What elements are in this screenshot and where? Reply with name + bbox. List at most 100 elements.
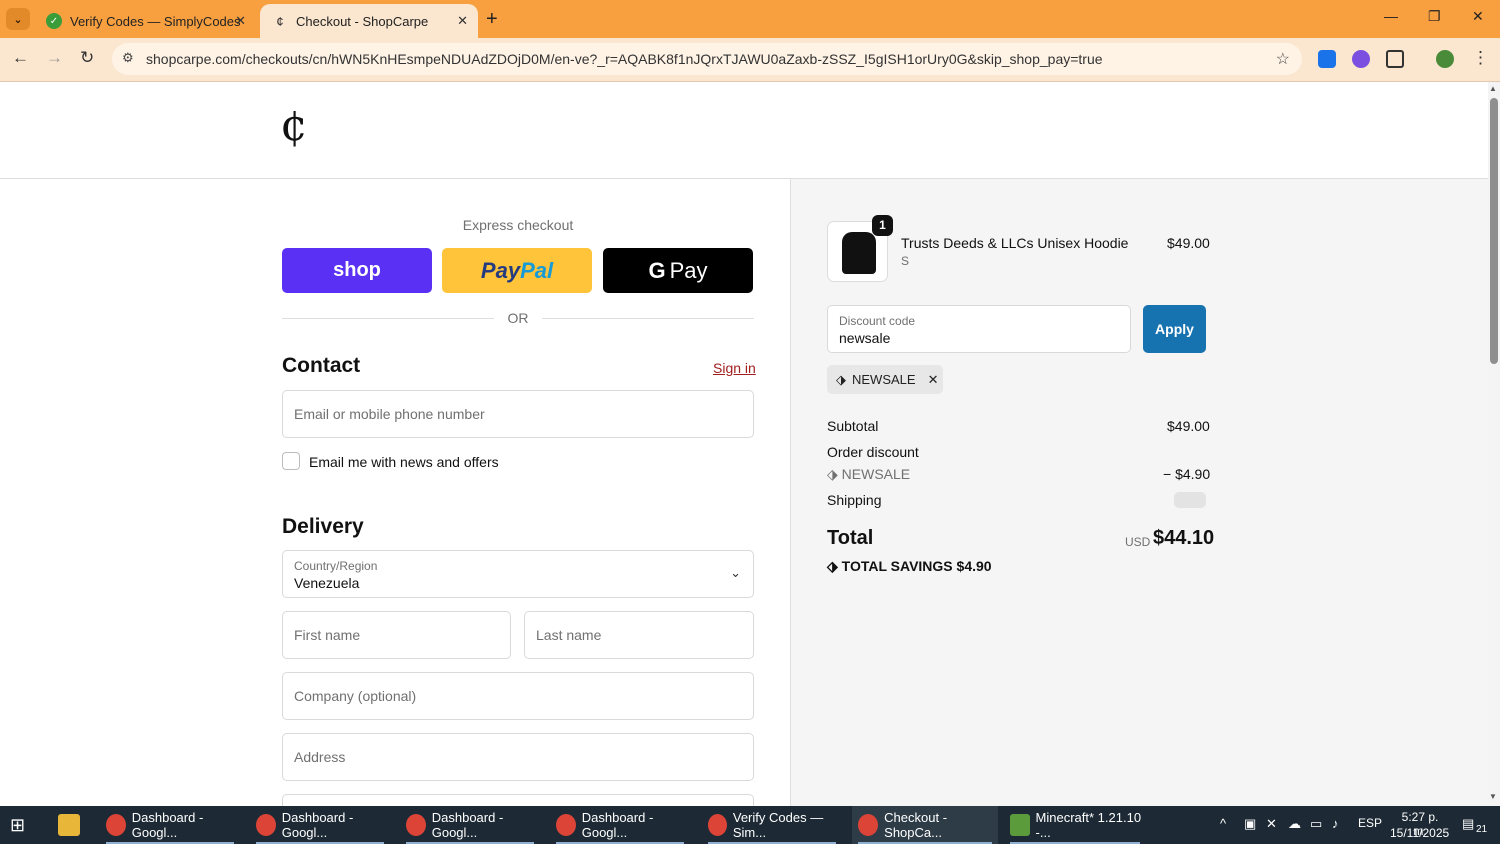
extension-icon[interactable] [1352,50,1370,68]
tag-icon: ⬗ [827,466,838,482]
onedrive-icon[interactable]: ☁ [1288,816,1301,832]
scroll-up-icon[interactable]: ▲ [1489,84,1497,93]
url-text: shopcarpe.com/checkouts/cn/hWN5KnHEsmpeN… [146,51,1103,67]
discount-code-input[interactable]: Discount code newsale [827,305,1131,353]
google-pay-button[interactable]: G Pay [603,248,753,293]
site-info-icon[interactable]: ⚙ [122,50,134,66]
shield-extension-icon[interactable] [1318,50,1336,68]
total-value: $44.10 [1153,527,1215,549]
remove-discount-icon[interactable]: ✕ [928,372,939,388]
tab-verify-codes[interactable]: ✓ Verify Codes — SimplyCodes ✕ [34,4,256,38]
first-name-field[interactable]: First name [282,611,511,659]
company-field[interactable]: Company (optional) [282,672,754,720]
total-label: Total [827,527,874,549]
checkout-page: ¢ Express checkout shop Pay Pal G Pay OR C… [0,82,1488,806]
close-window-button[interactable]: ✕ [1472,8,1484,25]
address-bar[interactable]: ⚙ shopcarpe.com/checkouts/cn/hWN5KnHEsmp… [112,43,1302,75]
paypal-button[interactable]: Pay Pal [442,248,592,293]
forward-button[interactable]: → [46,48,63,68]
chrome-icon [556,814,576,836]
currency-label: USD [1125,535,1151,549]
language-indicator[interactable]: ESP [1358,816,1382,830]
newsletter-checkbox[interactable] [282,452,300,470]
order-summary: 1 Trusts Deeds & LLCs Unisex Hoodie S $4… [790,179,1488,806]
puzzle-extensions-icon[interactable] [1386,50,1404,68]
subtotal-label: Subtotal [827,418,879,434]
windows-taskbar: ⊞ Dashboard - Googl... Dashboard - Googl… [0,806,1500,844]
notification-count: 21 [1476,824,1488,835]
taskbar-item-minecraft[interactable]: Minecraft* 1.21.10 -... [1004,806,1146,844]
chrome-icon [708,814,727,836]
chrome-icon [858,814,879,836]
next-field[interactable] [282,794,754,806]
new-tab-button[interactable]: + [486,8,498,31]
tab-title: Checkout - ShopCarpe [296,13,429,29]
windows-icon: ⊞ [10,814,26,835]
network-icon[interactable]: ▭ [1310,816,1322,832]
tab-title: Verify Codes — SimplyCodes [70,13,241,29]
taskbar-item-verify-codes[interactable]: Verify Codes — Sim... [702,806,842,844]
shopcarpe-favicon-icon: ¢ [276,13,284,29]
email-field[interactable]: Email or mobile phone number [282,390,754,438]
profile-avatar[interactable] [1436,50,1454,68]
file-explorer-button[interactable] [58,806,86,844]
product-name: Trusts Deeds & LLCs Unisex Hoodie [901,235,1129,251]
bookmark-star-icon[interactable]: ☆ [1276,49,1290,69]
restore-button[interactable]: ❐ [1428,8,1441,25]
total-savings: ⬗ TOTAL SAVINGS $4.90 [827,558,992,574]
mic-off-icon[interactable]: ✕ [1266,816,1277,832]
tab-strip: ⌄ ✓ Verify Codes — SimplyCodes ✕ ¢ Check… [0,0,1500,38]
applied-discount-tag: ⬗ NEWSALE ✕ [827,365,943,394]
date[interactable]: 15/11/2025 [1390,826,1449,840]
show-hidden-icons-icon[interactable]: ^ [1220,816,1226,831]
country-select[interactable]: Country/Region Venezuela ⌄ [282,550,754,598]
product-price: $49.00 [1167,235,1210,251]
shipping-loading-placeholder [1174,492,1206,508]
taskbar-item-checkout[interactable]: Checkout - ShopCa... [852,806,998,844]
minecraft-icon [1010,814,1030,836]
notifications-icon[interactable]: ▤ [1462,816,1474,832]
tab-search-button[interactable]: ⌄ [6,8,30,30]
newsletter-label: Email me with news and offers [309,454,499,470]
chrome-icon [256,814,276,836]
quantity-badge: 1 [872,215,893,236]
taskbar-item-dashboard-4[interactable]: Dashboard - Googl... [550,806,690,844]
taskbar-item-dashboard-3[interactable]: Dashboard - Googl... [400,806,540,844]
more-menu-icon[interactable]: ⋮ [1472,48,1489,68]
chevron-down-icon: ⌄ [13,13,23,26]
taskbar-item-dashboard-1[interactable]: Dashboard - Googl... [100,806,240,844]
order-discount-label: Order discount [827,444,919,460]
tab-checkout[interactable]: ¢ Checkout - ShopCarpe ✕ [260,4,478,38]
reload-button[interactable]: ↻ [80,48,94,68]
meet-icon[interactable]: ▣ [1244,816,1256,832]
shipping-label: Shipping [827,492,882,508]
contact-heading: Contact [282,354,361,377]
discount-amount: − $4.90 [1163,466,1211,482]
browser-toolbar: ← → ↻ ⚙ shopcarpe.com/checkouts/cn/hWN5K… [0,38,1500,82]
scroll-down-icon[interactable]: ▼ [1489,792,1497,801]
tag-icon: ⬗ [836,371,846,387]
page-scrollbar[interactable]: ▲ ▼ [1488,82,1500,806]
product-variant: S [901,254,910,268]
back-button[interactable]: ← [12,48,29,68]
close-tab-icon[interactable]: ✕ [457,13,468,29]
shopcarpe-logo[interactable]: ¢ [280,100,308,151]
hoodie-image [842,232,876,274]
discount-code-line: ⬗ NEWSALE [827,466,911,482]
minimize-button[interactable]: — [1384,8,1398,24]
site-header: ¢ [0,82,1488,179]
shop-pay-button[interactable]: shop [282,248,432,293]
chevron-down-icon: ⌄ [730,565,741,580]
apply-button[interactable]: Apply [1143,305,1206,353]
address-field[interactable]: Address [282,733,754,781]
chrome-icon [406,814,426,836]
subtotal-value: $49.00 [1167,418,1210,434]
sign-in-link[interactable]: Sign in [713,360,756,376]
scrollbar-thumb[interactable] [1490,98,1498,364]
taskbar-item-dashboard-2[interactable]: Dashboard - Googl... [250,806,390,844]
volume-icon[interactable]: ♪ [1332,816,1339,831]
close-tab-icon[interactable]: ✕ [235,13,246,29]
express-checkout-label: Express checkout [462,217,574,233]
last-name-field[interactable]: Last name [524,611,754,659]
start-button[interactable]: ⊞ [10,806,25,844]
